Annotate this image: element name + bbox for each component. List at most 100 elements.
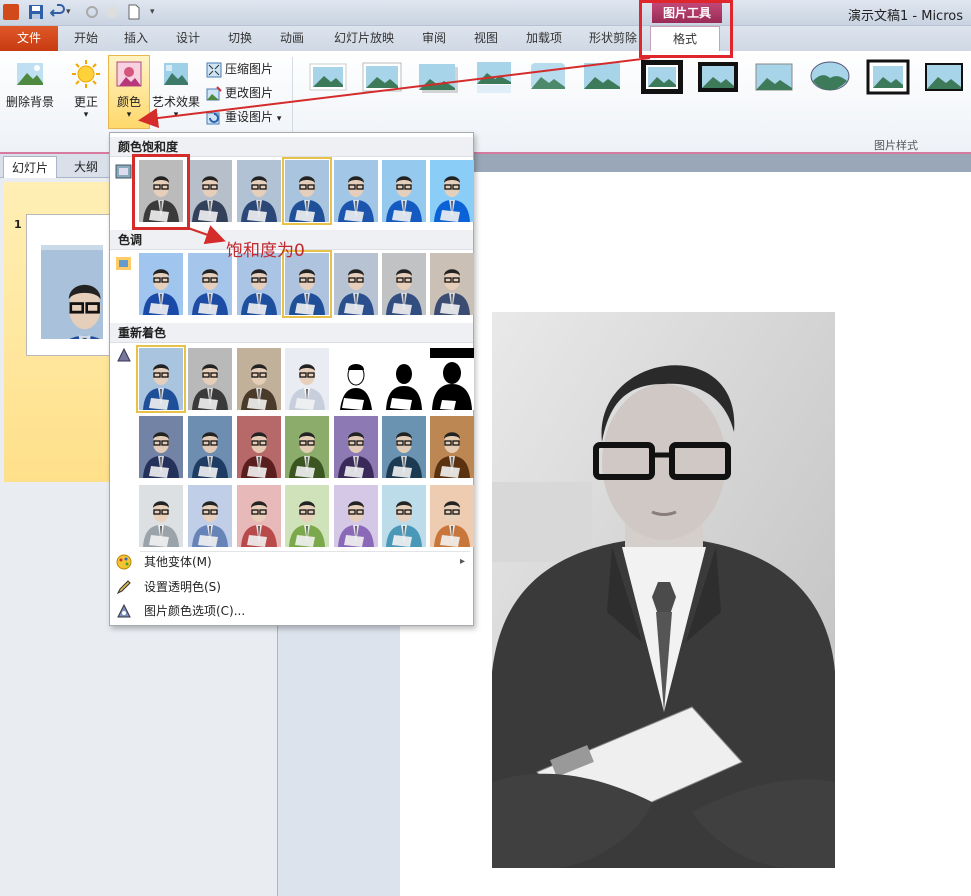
- recolor-none-swatch[interactable]: [136, 345, 186, 413]
- picture-style-black-double-frame[interactable]: [866, 59, 910, 95]
- artistic-effects-button[interactable]: 艺术效果 ▾: [150, 59, 202, 120]
- artistic-effects-icon: [161, 59, 191, 89]
- recolor-light-green-swatch[interactable]: [285, 485, 329, 547]
- tab-review[interactable]: 审阅: [412, 26, 456, 51]
- undo-dropdown-icon[interactable]: ▾: [66, 4, 82, 20]
- tab-slideshow[interactable]: 幻灯片放映: [324, 26, 404, 51]
- tab-design[interactable]: 设计: [166, 26, 210, 51]
- recolor-dark-purple-swatch[interactable]: [334, 416, 378, 478]
- reset-picture-button[interactable]: 重设图片 ▾: [206, 107, 281, 127]
- picture-styles-group-label: 图片样式: [874, 139, 918, 152]
- new-document-icon[interactable]: [126, 4, 142, 20]
- color-options-label: 图片颜色选项(C)...: [144, 604, 246, 618]
- saturation-66-swatch[interactable]: [237, 160, 281, 222]
- recolor-header: 重新着色: [110, 323, 473, 343]
- compress-pictures-label: 压缩图片: [225, 62, 274, 76]
- picture-color-options-icon: [116, 603, 132, 619]
- save-icon[interactable]: [28, 4, 44, 20]
- picture-style-soft-edge[interactable]: [526, 59, 570, 95]
- color-dropdown-icon: ▾: [126, 110, 132, 120]
- saturation-100-swatch[interactable]: [282, 157, 332, 225]
- menu-item-more-variants[interactable]: 其他变体(M) ▸: [110, 550, 473, 574]
- recolor-bw-50-swatch[interactable]: [382, 348, 426, 410]
- recolor-dark-orange-swatch[interactable]: [430, 416, 474, 478]
- recolor-bw-25-swatch[interactable]: [334, 348, 378, 410]
- slide-photo-grayscale[interactable]: [492, 312, 835, 868]
- recolor-dark-red-swatch[interactable]: [237, 416, 281, 478]
- tone-4700k-swatch[interactable]: [139, 253, 183, 315]
- set-transparent-label: 设置透明色(S): [144, 580, 221, 594]
- customize-toolbar-icon[interactable]: ▾: [150, 4, 166, 20]
- recolor-dark-teal-swatch[interactable]: [188, 416, 232, 478]
- tab-shape-cut[interactable]: 形状剪除: [580, 26, 646, 51]
- title-bar: ▾ ▾ 演示文稿1 - Micros: [0, 0, 971, 26]
- tab-file[interactable]: 文件: [0, 26, 58, 51]
- recolor-washout-swatch[interactable]: [285, 348, 329, 410]
- recolor-dark-blue-swatch[interactable]: [139, 416, 183, 478]
- change-picture-icon: [206, 85, 222, 102]
- compress-pictures-button[interactable]: 压缩图片: [206, 59, 273, 79]
- picture-style-shadow[interactable]: [416, 59, 460, 95]
- tone-8800k-swatch[interactable]: [382, 253, 426, 315]
- submenu-arrow-icon: ▸: [459, 556, 465, 567]
- tone-5300k-swatch[interactable]: [188, 253, 232, 315]
- repeat-icon[interactable]: [104, 4, 120, 20]
- recolor-dark-cyan-swatch[interactable]: [382, 416, 426, 478]
- tab-slides[interactable]: 幻灯片: [3, 156, 58, 178]
- change-picture-button[interactable]: 更改图片: [206, 83, 273, 103]
- tab-transitions[interactable]: 切换: [218, 26, 262, 51]
- menu-item-set-transparent[interactable]: 设置透明色(S): [110, 575, 473, 599]
- tab-home[interactable]: 开始: [64, 26, 108, 51]
- saturation-0-highlight-box: [132, 154, 190, 230]
- recolor-light-blue-swatch[interactable]: [188, 485, 232, 547]
- corrections-label: 更正: [73, 95, 98, 109]
- remove-background-label: 删除背景: [5, 95, 54, 109]
- powerpoint-icon[interactable]: [3, 4, 19, 20]
- tab-outline[interactable]: 大纲: [66, 156, 106, 178]
- recolor-sepia-swatch[interactable]: [237, 348, 281, 410]
- recolor-grayscale-swatch[interactable]: [188, 348, 232, 410]
- menu-item-color-options[interactable]: 图片颜色选项(C)...: [110, 599, 473, 623]
- color-button[interactable]: 颜色 ▾: [108, 55, 150, 129]
- picture-style-thin-frame[interactable]: [922, 59, 966, 95]
- recolor-bw-75-swatch[interactable]: [430, 348, 474, 410]
- saturation-200-swatch[interactable]: [334, 160, 378, 222]
- tone-icon: [115, 255, 132, 272]
- recolor-light-gray-swatch[interactable]: [139, 485, 183, 547]
- picture-style-black-frame[interactable]: [696, 59, 740, 95]
- picture-style-thick-black-frame[interactable]: [640, 59, 684, 95]
- tab-animations[interactable]: 动画: [270, 26, 314, 51]
- recolor-light-orange-swatch[interactable]: [430, 485, 474, 547]
- reset-picture-icon: [206, 110, 222, 126]
- saturation-300-swatch[interactable]: [382, 160, 426, 222]
- sun-icon: [71, 59, 101, 89]
- picture-style-white-frame[interactable]: [360, 59, 404, 95]
- picture-style-simple-frame[interactable]: [306, 59, 350, 95]
- picture-style-drop-shadow[interactable]: [752, 59, 796, 95]
- corrections-button[interactable]: 更正 ▾: [66, 59, 106, 120]
- tone-6500k-swatch[interactable]: [282, 250, 332, 318]
- recolor-dark-green-swatch[interactable]: [285, 416, 329, 478]
- recolor-light-cyan-swatch[interactable]: [382, 485, 426, 547]
- tab-view[interactable]: 视图: [464, 26, 508, 51]
- tone-7200k-swatch[interactable]: [334, 253, 378, 315]
- saturation-icon: [115, 163, 132, 180]
- saturation-400-swatch[interactable]: [430, 160, 474, 222]
- picture-tools-highlight-box: [639, 0, 733, 58]
- recolor-light-red-swatch[interactable]: [237, 485, 281, 547]
- picture-style-oval[interactable]: [808, 59, 852, 95]
- undo-icon[interactable]: [49, 4, 66, 20]
- change-picture-label: 更改图片: [225, 86, 274, 100]
- picture-style-beveled[interactable]: [580, 59, 624, 95]
- redo-icon[interactable]: [84, 4, 100, 20]
- artistic-effects-label: 艺术效果: [151, 95, 200, 109]
- recolor-light-purple-swatch[interactable]: [334, 485, 378, 547]
- color-label: 颜色: [116, 95, 141, 109]
- tab-addins[interactable]: 加载项: [516, 26, 572, 51]
- picture-style-reflected[interactable]: [472, 59, 516, 95]
- tone-11200k-swatch[interactable]: [430, 253, 474, 315]
- saturation-33-swatch[interactable]: [188, 160, 232, 222]
- tone-5900k-swatch[interactable]: [237, 253, 281, 315]
- tab-insert[interactable]: 插入: [114, 26, 158, 51]
- remove-background-button[interactable]: 删除背景: [4, 59, 56, 110]
